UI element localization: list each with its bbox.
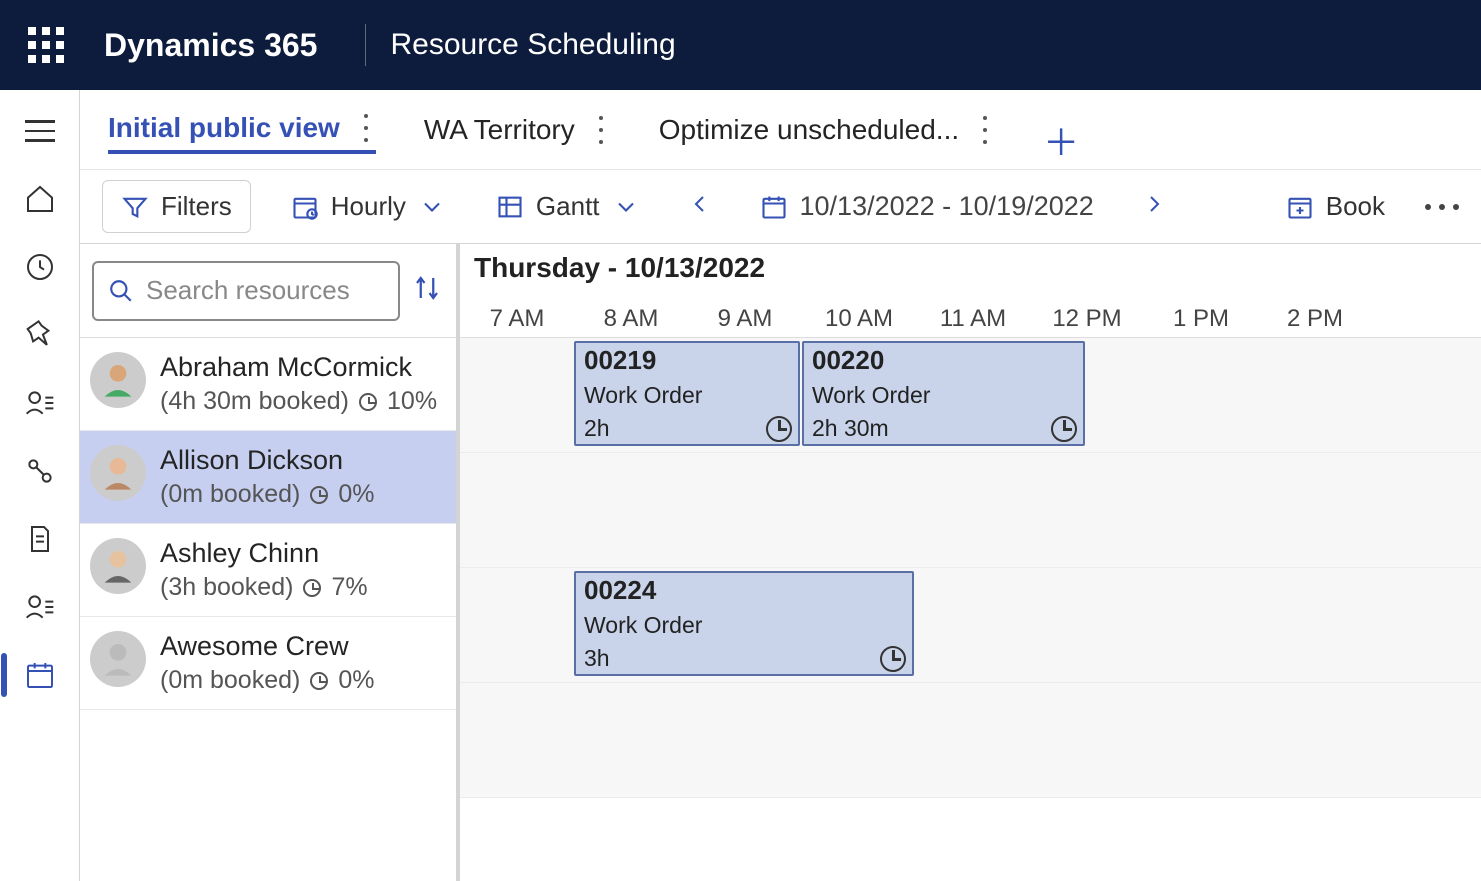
brand-title: Dynamics 365 bbox=[104, 27, 317, 64]
next-range-button[interactable] bbox=[1134, 190, 1174, 224]
add-tab-button[interactable]: ＋ bbox=[1043, 114, 1075, 146]
view-label: Gantt bbox=[536, 191, 600, 222]
booking-duration: 2h 30m bbox=[812, 415, 889, 442]
tab-label: WA Territory bbox=[424, 114, 575, 146]
resource-utilization: 0% bbox=[338, 666, 374, 695]
booking-block[interactable]: 00219 Work Order 2h bbox=[574, 341, 800, 446]
resource-name: Allison Dickson bbox=[160, 445, 375, 476]
hour-header: 2 PM bbox=[1258, 305, 1372, 333]
tab-label: Initial public view bbox=[108, 112, 340, 144]
view-tabs: Initial public view WA Territory Optimiz… bbox=[80, 90, 1481, 170]
tab-wa-territory[interactable]: WA Territory bbox=[424, 108, 611, 152]
relationships-icon[interactable] bbox=[23, 454, 57, 488]
avatar bbox=[90, 538, 146, 594]
resource-booked: (0m booked) bbox=[160, 666, 300, 695]
documents-icon[interactable] bbox=[23, 522, 57, 556]
resource-booked: (3h booked) bbox=[160, 573, 293, 602]
hour-header: 12 PM bbox=[1030, 305, 1144, 333]
clock-icon bbox=[1051, 416, 1077, 442]
resource-booked: (0m booked) bbox=[160, 480, 300, 509]
clock-icon bbox=[359, 393, 377, 411]
booking-type: Work Order bbox=[584, 382, 792, 409]
gantt-row[interactable] bbox=[460, 453, 1481, 568]
menu-icon[interactable] bbox=[23, 114, 57, 148]
resource-row[interactable]: Allison Dickson (0m booked) 0% bbox=[80, 431, 456, 524]
app-launcher-icon[interactable] bbox=[28, 27, 64, 63]
header-divider bbox=[365, 24, 366, 66]
sort-button[interactable] bbox=[412, 273, 444, 308]
left-rail bbox=[0, 90, 80, 881]
tab-optimize-unscheduled[interactable]: Optimize unscheduled... bbox=[659, 108, 995, 152]
resource-row[interactable]: Ashley Chinn (3h booked) 7% bbox=[80, 524, 456, 617]
booking-duration: 2h bbox=[584, 415, 610, 442]
resource-row[interactable]: Abraham McCormick (4h 30m booked) 10% bbox=[80, 338, 456, 431]
gantt-current-date: Thursday - 10/13/2022 bbox=[460, 252, 1481, 284]
accounts-icon[interactable] bbox=[23, 590, 57, 624]
booking-id: 00224 bbox=[584, 575, 906, 606]
gantt-row[interactable]: 00224 Work Order 3h bbox=[460, 568, 1481, 683]
tab-initial-public-view[interactable]: Initial public view bbox=[108, 106, 376, 154]
booking-type: Work Order bbox=[812, 382, 1077, 409]
resource-name: Awesome Crew bbox=[160, 631, 375, 662]
prev-range-button[interactable] bbox=[680, 190, 720, 224]
filters-button[interactable]: Filters bbox=[102, 180, 251, 233]
contacts-icon[interactable] bbox=[23, 386, 57, 420]
booking-id: 00220 bbox=[812, 345, 1077, 376]
hour-header: 11 AM bbox=[916, 305, 1030, 333]
book-label: Book bbox=[1326, 191, 1385, 222]
booking-id: 00219 bbox=[584, 345, 792, 376]
recent-icon[interactable] bbox=[23, 250, 57, 284]
resource-utilization: 10% bbox=[387, 387, 437, 416]
chevron-down-icon bbox=[612, 193, 640, 221]
date-range-label: 10/13/2022 - 10/19/2022 bbox=[800, 191, 1094, 222]
schedule-board-icon[interactable] bbox=[23, 658, 57, 692]
tab-more-icon[interactable] bbox=[356, 114, 376, 142]
hour-header: 9 AM bbox=[688, 305, 802, 333]
tab-label: Optimize unscheduled... bbox=[659, 114, 959, 146]
module-title: Resource Scheduling bbox=[390, 28, 675, 62]
pin-icon[interactable] bbox=[23, 318, 57, 352]
search-icon bbox=[108, 278, 134, 304]
gantt-row[interactable]: 00219 Work Order 2h 00220 Work Order 2h … bbox=[460, 338, 1481, 453]
avatar bbox=[90, 445, 146, 501]
home-icon[interactable] bbox=[23, 182, 57, 216]
book-button[interactable]: Book bbox=[1276, 185, 1395, 228]
tab-more-icon[interactable] bbox=[975, 116, 995, 144]
booking-block[interactable]: 00220 Work Order 2h 30m bbox=[802, 341, 1085, 446]
schedule-toolbar: Filters Hourly Gantt 10/13/2022 - 10/19/… bbox=[80, 170, 1481, 244]
view-dropdown[interactable]: Gantt bbox=[486, 185, 650, 228]
resource-booked: (4h 30m booked) bbox=[160, 387, 349, 416]
booking-block[interactable]: 00224 Work Order 3h bbox=[574, 571, 914, 676]
timescale-label: Hourly bbox=[331, 191, 406, 222]
booking-duration: 3h bbox=[584, 645, 610, 672]
hour-header: 8 AM bbox=[574, 305, 688, 333]
tab-more-icon[interactable] bbox=[591, 116, 611, 144]
date-range-picker[interactable]: 10/13/2022 - 10/19/2022 bbox=[750, 185, 1104, 228]
resource-row[interactable]: Awesome Crew (0m booked) 0% bbox=[80, 617, 456, 710]
resource-name: Abraham McCormick bbox=[160, 352, 437, 383]
timescale-dropdown[interactable]: Hourly bbox=[281, 185, 456, 228]
search-placeholder: Search resources bbox=[146, 275, 350, 306]
clock-icon bbox=[303, 579, 321, 597]
avatar bbox=[90, 631, 146, 687]
hour-header: 1 PM bbox=[1144, 305, 1258, 333]
resource-utilization: 7% bbox=[331, 573, 367, 602]
resource-name: Ashley Chinn bbox=[160, 538, 368, 569]
avatar bbox=[90, 352, 146, 408]
clock-icon bbox=[766, 416, 792, 442]
hour-header: 10 AM bbox=[802, 305, 916, 333]
gantt-row[interactable] bbox=[460, 683, 1481, 798]
filters-label: Filters bbox=[161, 191, 232, 222]
hour-header: 7 AM bbox=[460, 305, 574, 333]
clock-icon bbox=[310, 672, 328, 690]
clock-icon bbox=[880, 646, 906, 672]
chevron-down-icon bbox=[418, 193, 446, 221]
search-resources-input[interactable]: Search resources bbox=[92, 261, 400, 321]
toolbar-more-button[interactable] bbox=[1425, 204, 1459, 210]
resource-utilization: 0% bbox=[338, 480, 374, 509]
booking-type: Work Order bbox=[584, 612, 906, 639]
clock-icon bbox=[310, 486, 328, 504]
